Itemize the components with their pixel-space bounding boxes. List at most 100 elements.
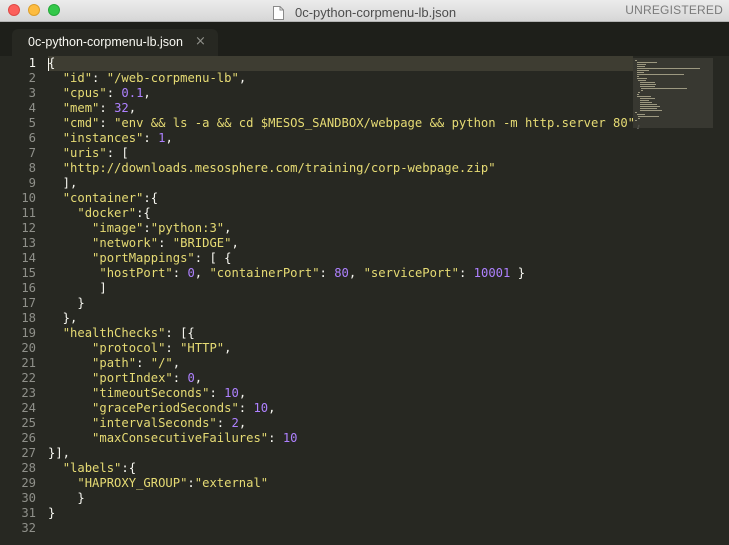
code-line[interactable]: "maxConsecutiveFailures": 10 <box>48 431 633 446</box>
line-number: 8 <box>28 161 36 175</box>
code-line[interactable]: "instances": 1, <box>48 131 633 146</box>
code-area[interactable]: { "id": "/web-corpmenu-lb", "cpus": 0.1,… <box>48 56 643 536</box>
code-line[interactable]: "path": "/", <box>48 356 633 371</box>
line-number: 24 <box>21 401 36 415</box>
minimap-line <box>639 98 655 99</box>
window-title-group: 0c-python-corpmenu-lb.json <box>0 2 729 20</box>
line-number: 32 <box>21 521 36 535</box>
line-number: 17 <box>21 296 36 310</box>
minimap-line <box>639 82 655 83</box>
code-line[interactable]: "portIndex": 0, <box>48 371 633 386</box>
license-status: UNREGISTERED <box>625 3 723 17</box>
line-number: 4 <box>28 101 36 115</box>
code-line[interactable]: "labels":{ <box>48 461 633 476</box>
line-number: 26 <box>21 431 36 445</box>
code-line[interactable]: "mem": 32, <box>48 101 633 116</box>
line-number: 25 <box>21 416 36 430</box>
line-number: 30 <box>21 491 36 505</box>
code-line[interactable]: "docker":{ <box>48 206 633 221</box>
code-line[interactable]: "uris": [ <box>48 146 633 161</box>
minimap-line <box>636 94 639 95</box>
minimap-line <box>639 104 657 105</box>
code-line[interactable]: "gracePeriodSeconds": 10, <box>48 401 633 416</box>
code-line[interactable]: "hostPort": 0, "containerPort": 80, "ser… <box>48 266 633 281</box>
code-line[interactable]: "HAPROXY_GROUP":"external" <box>48 476 633 491</box>
minimap-line <box>636 66 645 67</box>
minimap-line <box>636 78 647 79</box>
code-line[interactable]: "image":"python:3", <box>48 221 633 236</box>
code-line[interactable]: "timeoutSeconds": 10, <box>48 386 633 401</box>
editor-window: 0c-python-corpmenu-lb.json UNREGISTERED … <box>0 0 729 545</box>
document-icon <box>272 5 284 20</box>
minimap-line <box>635 120 637 121</box>
minimap-line <box>640 90 643 91</box>
line-number: 31 <box>21 506 36 520</box>
line-number: 13 <box>21 236 36 250</box>
line-number: 6 <box>28 131 36 145</box>
minimap[interactable] <box>633 58 713 128</box>
line-number: 9 <box>28 176 36 190</box>
line-number: 1 <box>28 56 36 70</box>
line-number: 15 <box>21 266 36 280</box>
code-line[interactable]: "network": "BRIDGE", <box>48 236 633 251</box>
minimap-line <box>639 84 656 85</box>
line-number: 27 <box>21 446 36 460</box>
line-number-gutter: 1 2 3 4 5 6 7 8 9 10 11 12 13 14 15 16 17 18 19 20 21 22 23 24 2… <box>0 56 36 536</box>
minimap-line <box>639 106 660 107</box>
code-line[interactable]: "intervalSeconds": 2, <box>48 416 633 431</box>
minimap-line <box>639 86 655 87</box>
line-number: 29 <box>21 476 36 490</box>
code-line[interactable]: ], <box>48 176 633 191</box>
minimap-line <box>638 118 641 119</box>
code-line[interactable]: "healthChecks": [{ <box>48 326 633 341</box>
close-tab-icon[interactable]: × <box>195 34 206 49</box>
line-number: 22 <box>21 371 36 385</box>
line-number: 18 <box>21 311 36 325</box>
code-line[interactable]: "cmd": "env && ls -a && cd $MESOS_SANDBO… <box>48 116 643 131</box>
minimap-line <box>639 110 663 111</box>
code-line[interactable]: }, <box>48 311 633 326</box>
line-number: 12 <box>21 221 36 235</box>
minimap-line <box>636 96 651 97</box>
code-line[interactable]: "portMappings": [ { <box>48 251 633 266</box>
tab-file[interactable]: 0c-python-corpmenu-lb.json × <box>12 29 218 56</box>
code-line[interactable]: "cpus": 0.1, <box>48 86 633 101</box>
minimap-line <box>639 100 650 101</box>
code-line[interactable]: "id": "/web-corpmenu-lb", <box>48 71 633 86</box>
minimap-line <box>636 70 649 71</box>
code-line[interactable]: "http://downloads.mesosphere.com/trainin… <box>48 161 633 176</box>
minimap-line <box>639 102 652 103</box>
line-number: 14 <box>21 251 36 265</box>
code-line[interactable]: { <box>48 56 633 71</box>
line-number: 23 <box>21 386 36 400</box>
minimap-line <box>638 80 647 81</box>
minimap-line <box>639 108 657 109</box>
code-line[interactable] <box>48 521 633 536</box>
minimap-line <box>638 92 641 93</box>
line-number: 19 <box>21 326 36 340</box>
code-line[interactable]: } <box>48 506 633 521</box>
minimap-line <box>638 116 659 117</box>
line-number: 20 <box>21 341 36 355</box>
window-title: 0c-python-corpmenu-lb.json <box>294 5 457 20</box>
tab-label: 0c-python-corpmenu-lb.json <box>28 35 183 49</box>
minimap-line <box>640 88 687 89</box>
code-line[interactable]: } <box>48 491 633 506</box>
line-number: 3 <box>28 86 36 100</box>
code-line[interactable]: "container":{ <box>48 191 633 206</box>
minimap-line <box>636 72 644 73</box>
line-number: 7 <box>28 146 36 160</box>
code-line[interactable]: } <box>48 296 633 311</box>
line-number: 28 <box>21 461 36 475</box>
minimap-line <box>635 112 638 113</box>
line-number: 21 <box>21 356 36 370</box>
minimap-line <box>636 76 639 77</box>
minimap-line <box>636 64 647 65</box>
code-line[interactable]: ] <box>48 281 633 296</box>
line-number: 16 <box>21 281 36 295</box>
code-line[interactable]: "protocol": "HTTP", <box>48 341 633 356</box>
minimap-line <box>635 60 637 61</box>
code-editor[interactable]: 1 2 3 4 5 6 7 8 9 10 11 12 13 14 15 16 17 18 19 20 21 22 23 24 2… <box>0 56 729 545</box>
code-line[interactable]: }], <box>48 446 633 461</box>
minimap-line <box>636 68 700 69</box>
